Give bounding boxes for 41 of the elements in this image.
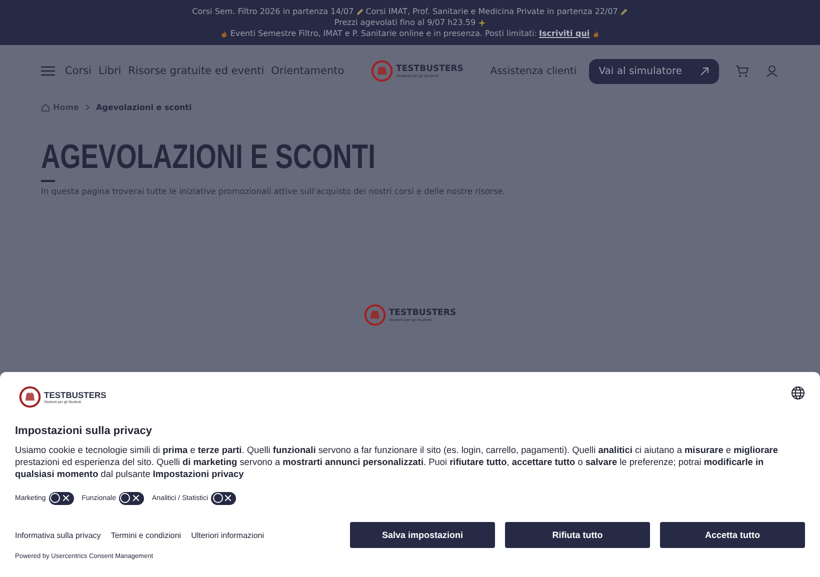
x-icon (132, 495, 139, 502)
intro-text: In questa pagina troverai tutte le iniziative promozionali attive sull'acquisto dei nostri corsi e delle nostre risorse. (41, 186, 506, 196)
pencil-icon (356, 8, 364, 16)
banner-text: Prezzi agevolati fino al 9/07 h23.59 (334, 18, 476, 27)
page-title: AGEVOLAZIONI E SCONTI (41, 140, 376, 174)
footer-link[interactable]: Termini e condizioni (110, 530, 182, 540)
simulator-button[interactable]: Vai al simulatore (588, 58, 719, 84)
banner-text: Corsi IMAT, Prof. Sanitarie e Medicina Private in partenza 22/07 (366, 7, 618, 16)
consent-button[interactable]: Salva impostazioni (350, 522, 495, 548)
logo-wordmark: TESTBUSTERS (44, 390, 106, 400)
consent-button[interactable]: Rifiuta tutto (505, 522, 650, 548)
flame-icon (220, 30, 228, 38)
user-icon[interactable] (765, 64, 779, 78)
toggle-switch[interactable] (211, 492, 236, 505)
consent-button[interactable]: Accetta tutto (660, 522, 805, 548)
signup-link[interactable]: Iscriviti qui (539, 29, 590, 38)
globe-icon[interactable] (791, 386, 805, 400)
flame-icon (592, 30, 600, 38)
cart-icon[interactable] (735, 64, 749, 78)
toggle-switch[interactable] (118, 492, 144, 505)
x-icon (225, 495, 232, 502)
sparkle-icon (478, 18, 486, 26)
footer-link[interactable]: Ulteriori informazioni (191, 530, 264, 540)
x-icon (62, 495, 69, 502)
logo-wordmark: TESTBUSTERS (396, 64, 464, 74)
consent-title: Impostazioni sulla privacy (15, 425, 153, 437)
breadcrumb-current: Agevolazioni e sconti (96, 103, 192, 112)
logo-icon (371, 60, 394, 82)
toggle-switch[interactable] (48, 492, 74, 505)
consent-text: Usiamo cookie e tecnologie simili di prima e terze parti. Quelli funzionali servono a far funzionare il sito (es. login, carrello, pagamenti). Quelli analitici ci aiutano a misurare e migliorare prestazioni ed esperienza del sito. Quelli di marketing servono a mostrarti annunci personalizzati. Puoi rifiutare tutto, accettare tutto o salvare le preferenze; potrai modificarle in qualsiasi momento dal pulsante Impostazioni privacy (15, 444, 779, 481)
pencil-icon (620, 8, 628, 16)
home-icon (41, 103, 50, 112)
footer-link[interactable]: Informativa sulla privacy (15, 530, 101, 540)
menu-icon[interactable] (41, 66, 55, 76)
banner-text: Eventi Semestre Filtro, IMAT e P. Sanitarie online e in presenza. Posti limitati: (230, 29, 538, 38)
chevron-icon (84, 104, 90, 111)
logo-icon (19, 386, 41, 408)
logo-icon (364, 304, 386, 326)
logo-wordmark: TESTBUSTERS (388, 308, 456, 318)
banner-text: Corsi Sem. Filtro 2026 in partenza 14/07 (192, 7, 354, 16)
arrow-icon (700, 66, 709, 76)
